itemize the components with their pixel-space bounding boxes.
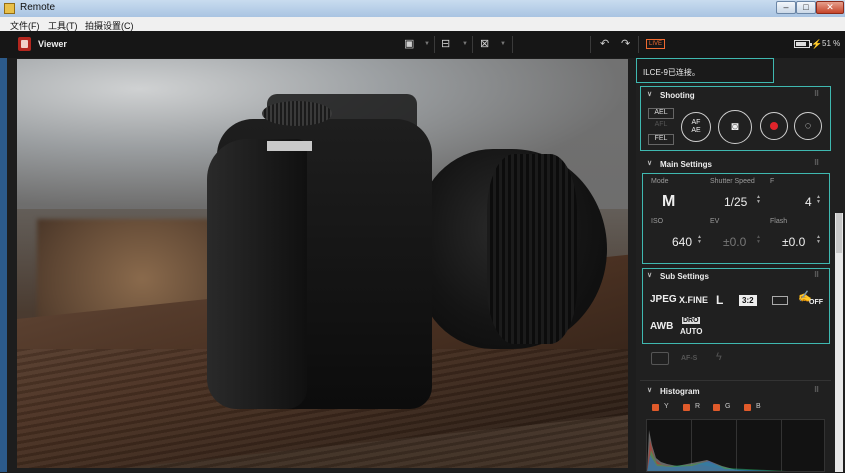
record-button[interactable] xyxy=(760,112,788,140)
focus-mode-value: AF-S xyxy=(681,355,698,362)
photo-hotshoe xyxy=(267,141,312,151)
battery-percent: 51 % xyxy=(822,39,841,48)
histogram-title: Histogram xyxy=(660,387,700,396)
flash-value[interactable]: ±0.0 xyxy=(782,235,805,249)
aspect-ratio-value[interactable]: 3:2 xyxy=(739,295,757,306)
self-timer-button[interactable]: ◌ xyxy=(794,112,822,140)
sub-settings-panel xyxy=(642,268,830,344)
iso-value[interactable]: 640 xyxy=(672,235,692,249)
plug-icon: ⚡ xyxy=(811,39,823,49)
photo-lens-rings xyxy=(487,154,577,344)
live-view-badge[interactable]: LIVE xyxy=(646,39,666,49)
channel-g-label: G xyxy=(725,403,731,410)
live-view-image[interactable] xyxy=(17,59,628,468)
layout-split-icon[interactable]: ⊟ xyxy=(441,38,450,50)
window-left-edge xyxy=(0,58,7,472)
maximize-button[interactable]: □ xyxy=(796,1,816,14)
record-icon xyxy=(770,122,778,130)
window-titlebar: Remote – □ ✕ xyxy=(0,0,845,17)
toolbar-divider xyxy=(434,36,435,53)
checkbox-r[interactable] xyxy=(683,404,690,411)
white-balance-value[interactable]: AWB xyxy=(650,321,673,332)
flash-label: Flash xyxy=(770,218,788,225)
checkbox-y[interactable] xyxy=(652,404,659,411)
checkbox-b[interactable] xyxy=(744,404,751,411)
fel-button[interactable]: FEL xyxy=(648,134,674,145)
chevron-down-icon[interactable]: ∨ xyxy=(647,386,652,394)
focus-area-icon xyxy=(651,352,669,365)
ev-stepper-icon: ▲ ▼ xyxy=(756,234,761,245)
toolbar-divider xyxy=(590,36,591,53)
self-timer-icon: ◌ xyxy=(804,120,812,132)
toolbar: Viewer ▣ ▼ ⊟ ▼ ⊠ ▼ ↶ ↷ LIVE ⚡ 51 % xyxy=(0,31,845,59)
chevron-down-icon[interactable]: ∨ xyxy=(647,159,652,167)
minimize-button[interactable]: – xyxy=(776,1,796,14)
ev-label: EV xyxy=(710,218,720,225)
menu-bar: 文件(F) 工具(T) 拍摄设置(C) xyxy=(0,17,845,31)
ael-button[interactable]: AEL xyxy=(648,108,674,119)
iso-stepper-icon[interactable]: ▲ ▼ xyxy=(697,235,702,245)
panel-scrollbar[interactable] xyxy=(835,213,843,472)
fnumber-value[interactable]: 4 xyxy=(805,195,812,209)
histogram-header[interactable]: ∨ Histogram ⠿ xyxy=(640,385,830,399)
viewer-title: Viewer xyxy=(38,39,67,49)
camera-shutter-icon: ◙ xyxy=(731,119,739,133)
chevron-down-icon[interactable]: ▼ xyxy=(462,41,468,47)
histogram-graph xyxy=(646,419,825,472)
main-settings-panel xyxy=(642,173,830,264)
dro-label[interactable]: DRO xyxy=(682,317,700,324)
toolbar-divider xyxy=(638,36,639,53)
drag-handle-icon[interactable]: ⠿ xyxy=(814,159,819,167)
app-icon xyxy=(4,3,15,14)
app-logo-icon xyxy=(18,37,31,51)
channel-y-label: Y xyxy=(664,403,669,410)
rotate-left-icon[interactable]: ↶ xyxy=(600,38,609,50)
drag-handle-icon[interactable]: ⠿ xyxy=(814,386,819,394)
flash-stepper-icon[interactable]: ▲ ▼ xyxy=(816,235,821,245)
shutter-button[interactable]: ◙ xyxy=(718,110,752,144)
layout-grid-icon[interactable]: ⊠ xyxy=(480,38,489,50)
toolbar-divider xyxy=(472,36,473,53)
dro-auto-value[interactable]: AUTO xyxy=(680,327,703,336)
fnumber-stepper-icon[interactable]: ▲ ▼ xyxy=(816,195,821,205)
chevron-down-icon[interactable]: ▼ xyxy=(424,41,430,47)
file-format-value[interactable]: JPEG xyxy=(650,294,677,305)
window-title: Remote xyxy=(20,2,56,13)
shutter-speed-value[interactable]: 1/25 xyxy=(724,195,747,209)
main-settings-header[interactable]: ∨ Main Settings ⠿ xyxy=(640,158,830,172)
rotate-right-icon[interactable]: ↷ xyxy=(621,38,630,50)
battery-icon xyxy=(794,40,812,48)
afl-button[interactable]: AFL xyxy=(648,121,674,132)
checkbox-g[interactable] xyxy=(713,404,720,411)
layout-single-icon[interactable]: ▣ xyxy=(404,38,414,50)
toolbar-divider xyxy=(512,36,513,53)
iso-label: ISO xyxy=(651,218,664,225)
jpeg-quality-value[interactable]: X.FINE xyxy=(679,295,708,305)
af-ae-button[interactable]: AF AE xyxy=(681,112,711,142)
close-button[interactable]: ✕ xyxy=(816,1,844,14)
shutter-speed-label: Shutter Speed xyxy=(710,178,755,185)
steady-shot-off: OFF xyxy=(809,299,823,306)
channel-r-label: R xyxy=(695,403,701,410)
photo-camera-grip xyxy=(207,139,307,409)
flash-mode-icon: ϟ xyxy=(716,351,722,363)
chevron-down-icon[interactable]: ▼ xyxy=(500,41,506,47)
channel-b-label: B xyxy=(756,403,761,410)
image-size-value[interactable]: L xyxy=(716,293,723,307)
mode-label: Mode xyxy=(651,178,669,185)
mode-value[interactable]: M xyxy=(662,193,675,211)
frame-icon[interactable] xyxy=(772,296,788,305)
fnumber-label: F xyxy=(770,178,775,185)
shutter-stepper-icon[interactable]: ▲ ▼ xyxy=(756,195,761,205)
main-settings-title: Main Settings xyxy=(660,160,713,169)
ev-value: ±0.0 xyxy=(723,235,747,249)
photo-mode-dial xyxy=(262,101,332,126)
scrollbar-thumb[interactable] xyxy=(836,213,842,253)
connection-status: ILCE-9已连接。 xyxy=(636,58,774,83)
histogram-curves xyxy=(647,430,787,471)
